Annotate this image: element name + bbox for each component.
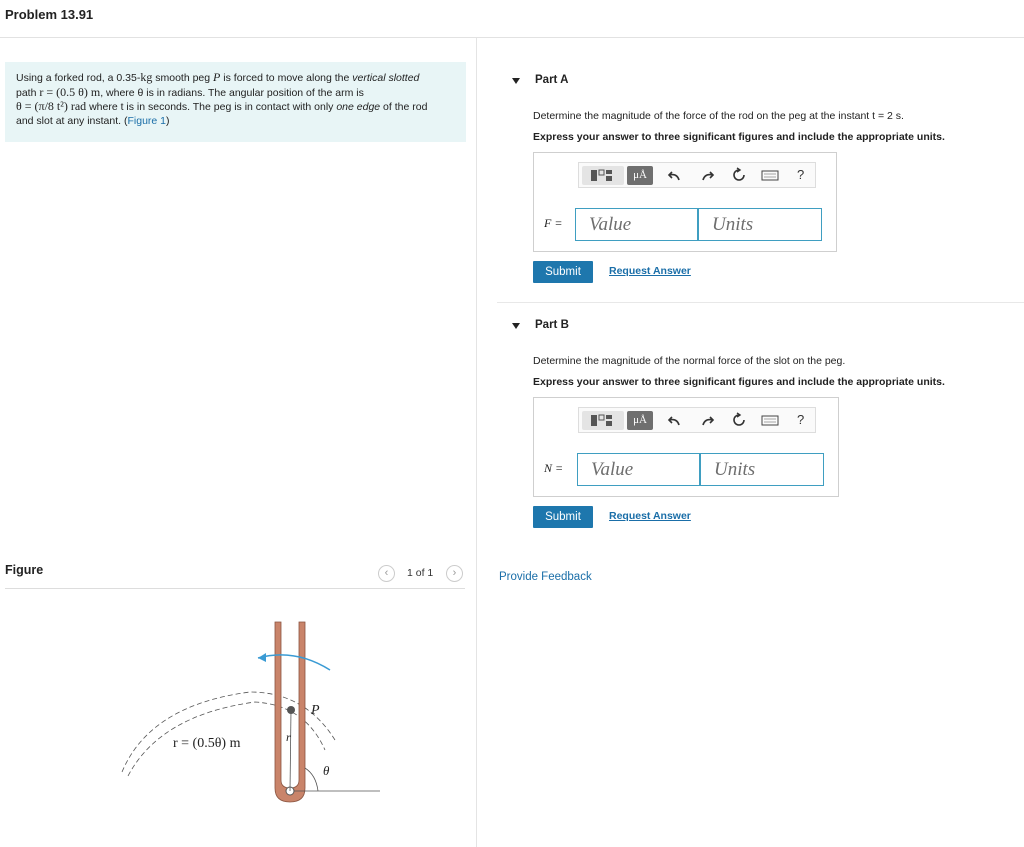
header-divider: [0, 37, 1024, 38]
page-title: Problem 13.91: [5, 7, 94, 22]
units-icon[interactable]: μÅ: [627, 166, 653, 185]
templates-icon[interactable]: [582, 166, 624, 185]
part-b-instruction: Express your answer to three significant…: [533, 376, 945, 388]
units-icon[interactable]: μÅ: [627, 411, 653, 430]
keyboard-icon[interactable]: [761, 167, 779, 183]
part-a-request-answer-link[interactable]: Request Answer: [609, 265, 691, 277]
chevron-right-icon[interactable]: ›: [446, 565, 463, 582]
part-divider: [497, 302, 1024, 303]
part-b-submit-button[interactable]: Submit: [533, 506, 593, 528]
provide-feedback-link[interactable]: Provide Feedback: [499, 571, 592, 583]
part-b-request-answer-link[interactable]: Request Answer: [609, 510, 691, 522]
problem-statement: Using a forked rod, a 0.35-kg smooth peg…: [5, 62, 466, 142]
part-a-answer-box: μÅ ? F = Value Units: [533, 152, 837, 252]
part-a-units-input[interactable]: Units: [698, 208, 822, 241]
part-b-collapse-icon[interactable]: [512, 323, 520, 329]
problem-line-4: and slot at any instant. (Figure 1): [16, 114, 170, 127]
part-a-collapse-icon[interactable]: [512, 78, 520, 84]
undo-icon[interactable]: [667, 167, 683, 183]
problem-line-1: Using a forked rod, a 0.35-kg smooth peg…: [16, 70, 420, 84]
part-b-answer-box: μÅ ? N = Value Units: [533, 397, 839, 497]
redo-icon[interactable]: [699, 412, 715, 428]
help-icon[interactable]: ?: [797, 167, 804, 182]
part-a-submit-button[interactable]: Submit: [533, 261, 593, 283]
help-icon[interactable]: ?: [797, 412, 804, 427]
part-a-variable: F =: [544, 216, 563, 230]
theta-arc: [304, 767, 319, 792]
column-divider: [476, 38, 477, 847]
chevron-left-icon[interactable]: ‹: [378, 565, 395, 582]
radius-label: r: [286, 730, 291, 744]
part-b-title[interactable]: Part B: [535, 319, 569, 331]
part-a-instruction: Express your answer to three significant…: [533, 131, 945, 143]
radius-line: [289, 709, 292, 792]
part-b-prompt: Determine the magnitude of the normal fo…: [533, 355, 846, 367]
theta-label: θ: [323, 763, 330, 778]
part-b-units-input[interactable]: Units: [700, 453, 824, 486]
forked-rod-figure: r = (0.5θ) m P r θ: [121, 621, 380, 803]
reset-icon[interactable]: [731, 167, 747, 183]
undo-icon[interactable]: [667, 412, 683, 428]
figure-heading: Figure: [5, 563, 44, 577]
figure-pager: 1 of 1: [407, 567, 434, 579]
peg-icon: [287, 706, 295, 714]
figure-link[interactable]: Figure 1: [127, 115, 166, 127]
keyboard-icon[interactable]: [761, 412, 779, 428]
part-a-title[interactable]: Part A: [535, 74, 568, 86]
rotation-arrow: [257, 654, 331, 671]
peg-label: P: [310, 703, 320, 718]
part-a-value-input[interactable]: Value: [575, 208, 698, 241]
part-b-toolbar: μÅ ?: [578, 407, 816, 433]
templates-icon[interactable]: [582, 411, 624, 430]
rotation-arrowhead-icon: [258, 653, 266, 662]
part-b-variable: N =: [544, 461, 564, 475]
path-equation-label: r = (0.5θ) m: [173, 736, 241, 751]
redo-icon[interactable]: [699, 167, 715, 183]
part-b-value-input[interactable]: Value: [577, 453, 700, 486]
part-a-prompt: Determine the magnitude of the force of …: [533, 110, 904, 122]
problem-line-3: θ = (π/8 t²) rad where t is in seconds. …: [16, 99, 428, 113]
figure-divider: [5, 588, 465, 589]
problem-line-2: path r = (0.5 θ) m, where θ is in radian…: [16, 84, 364, 99]
reset-icon[interactable]: [731, 412, 747, 428]
part-a-toolbar: μÅ ?: [578, 162, 816, 188]
